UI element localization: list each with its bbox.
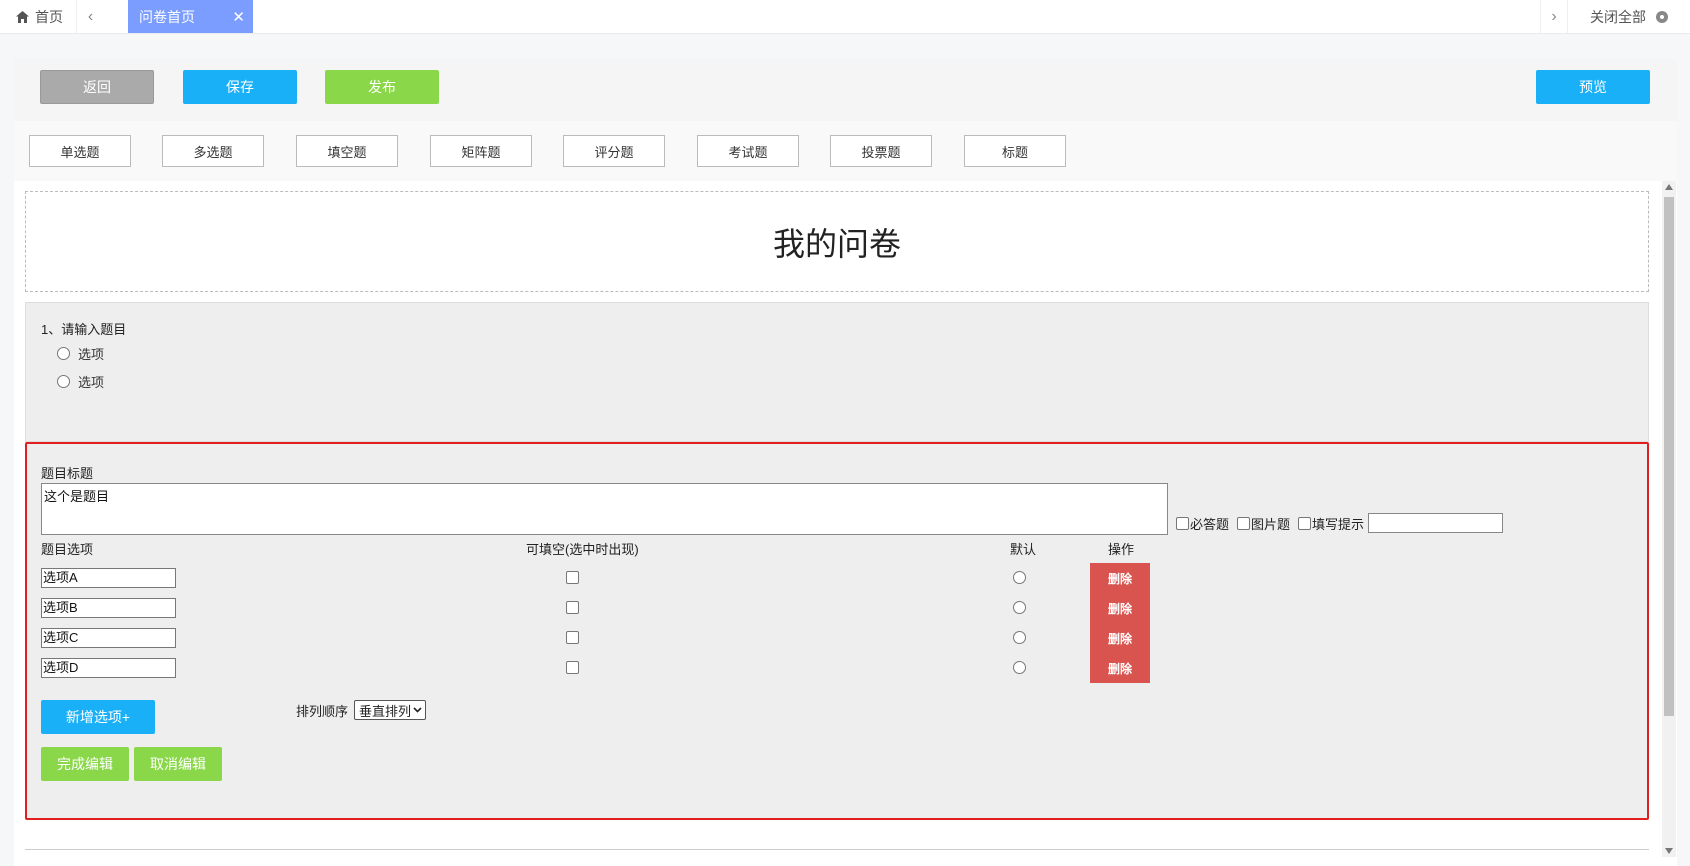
option-input[interactable]: 选项C bbox=[41, 628, 176, 648]
qtype-exam[interactable]: 考试题 bbox=[697, 135, 799, 167]
radio-button[interactable] bbox=[57, 347, 70, 360]
tab-survey-home-label: 问卷首页 bbox=[139, 8, 195, 25]
default-radio[interactable] bbox=[1013, 571, 1026, 584]
add-option-button[interactable]: 新增选项+ bbox=[41, 700, 155, 734]
order-control: 排列顺序 垂直排列 bbox=[296, 700, 427, 720]
delete-button[interactable]: 删除 bbox=[1090, 593, 1150, 623]
close-icon[interactable]: ✕ bbox=[232, 8, 245, 26]
scroll-up-arrow-icon[interactable] bbox=[1665, 184, 1673, 190]
default-radio[interactable] bbox=[1013, 631, 1026, 644]
order-select[interactable]: 垂直排列 bbox=[354, 700, 427, 720]
qtype-fill-blank[interactable]: 填空题 bbox=[296, 135, 398, 167]
preview-option-label: 选项 bbox=[78, 375, 105, 390]
survey-title[interactable]: 我的问卷 bbox=[25, 191, 1649, 292]
tab-home-label: 首页 bbox=[35, 9, 63, 25]
publish-button[interactable]: 发布 bbox=[325, 70, 439, 104]
back-button[interactable]: 返回 bbox=[40, 70, 154, 104]
delete-button[interactable]: 删除 bbox=[1090, 653, 1150, 683]
action-header: 操作 bbox=[1108, 542, 1135, 557]
image-question-label: 图片题 bbox=[1251, 516, 1291, 532]
qtype-single-choice[interactable]: 单选题 bbox=[29, 135, 131, 167]
qtype-vote[interactable]: 投票题 bbox=[830, 135, 932, 167]
option-input[interactable]: 选项B bbox=[41, 598, 176, 618]
radio-button[interactable] bbox=[57, 375, 70, 388]
question-type-bar: 单选题 多选题 填空题 矩阵题 评分题 考试题 投票题 标题 bbox=[14, 121, 1677, 181]
survey-editor-panel: 返回 保存 发布 预览 单选题 多选题 填空题 矩阵题 评分题 考试题 投票题 … bbox=[14, 59, 1677, 866]
preview-button[interactable]: 预览 bbox=[1536, 70, 1650, 104]
question-title-textarea[interactable]: 这个是题目 bbox=[41, 483, 1168, 535]
tab-bar: 首页 ‹ 问卷首页 ✕ › 关闭全部 bbox=[0, 0, 1690, 34]
save-button[interactable]: 保存 bbox=[183, 70, 297, 104]
fillable-checkbox[interactable] bbox=[566, 661, 579, 674]
fillable-checkbox[interactable] bbox=[566, 571, 579, 584]
tab-home[interactable]: 首页 bbox=[0, 0, 73, 34]
tab-survey-home[interactable]: 问卷首页 ✕ bbox=[128, 0, 253, 33]
qtype-matrix[interactable]: 矩阵题 bbox=[430, 135, 532, 167]
delete-column: 删除 删除 删除 删除 bbox=[1090, 563, 1150, 683]
chevron-down-icon bbox=[413, 707, 422, 713]
default-radio[interactable] bbox=[1013, 601, 1026, 614]
scroll-down-arrow-icon[interactable] bbox=[1665, 848, 1673, 854]
preview-option: 选项 bbox=[57, 344, 104, 363]
gear-icon[interactable] bbox=[1656, 11, 1668, 23]
fillable-checkbox[interactable] bbox=[566, 601, 579, 614]
chevron-right-icon[interactable]: › bbox=[1540, 0, 1568, 34]
next-question-placeholder bbox=[25, 849, 1649, 866]
scrollbar[interactable] bbox=[1662, 181, 1676, 857]
qtype-rating[interactable]: 评分题 bbox=[563, 135, 665, 167]
question-preview[interactable]: 1、请输入题目 选项 选项 bbox=[25, 302, 1649, 442]
hint-label: 填写提示 bbox=[1312, 516, 1365, 532]
option-input[interactable]: 选项A bbox=[41, 568, 176, 588]
preview-option: 选项 bbox=[57, 372, 104, 391]
hint-checkbox[interactable] bbox=[1298, 516, 1312, 530]
question-settings: 必答题 图片题 填写提示 bbox=[1176, 513, 1504, 533]
order-label: 排列顺序 bbox=[296, 703, 349, 719]
survey-content: 我的问卷 1、请输入题目 选项 选项 题目标题 这个是题目 必答题 图片题 填写… bbox=[25, 181, 1649, 866]
required-checkbox[interactable] bbox=[1176, 516, 1189, 530]
qtype-multiple-choice[interactable]: 多选题 bbox=[162, 135, 264, 167]
order-select-value: 垂直排列 bbox=[359, 703, 412, 719]
question-editor: 题目标题 这个是题目 必答题 图片题 填写提示 题目选项 可填空(选中时出现) … bbox=[25, 442, 1649, 820]
option-input[interactable]: 选项D bbox=[41, 658, 176, 678]
image-question-checkbox[interactable] bbox=[1237, 516, 1251, 530]
default-radio[interactable] bbox=[1013, 661, 1026, 674]
options-header: 题目选项 bbox=[41, 542, 94, 557]
toolbar: 返回 保存 发布 预览 bbox=[14, 59, 1677, 121]
preview-option-label: 选项 bbox=[78, 347, 105, 362]
close-all-label: 关闭全部 bbox=[1590, 9, 1646, 25]
default-header: 默认 bbox=[1010, 542, 1037, 557]
qtype-heading[interactable]: 标题 bbox=[964, 135, 1066, 167]
home-icon bbox=[16, 11, 29, 23]
required-label: 必答题 bbox=[1190, 516, 1230, 532]
chevron-left-icon[interactable]: ‹ bbox=[76, 0, 104, 34]
close-all-button[interactable]: 关闭全部 bbox=[1568, 0, 1690, 34]
delete-button[interactable]: 删除 bbox=[1090, 563, 1150, 593]
hint-input[interactable] bbox=[1368, 513, 1504, 533]
finish-edit-button[interactable]: 完成编辑 bbox=[41, 747, 129, 781]
fillable-header: 可填空(选中时出现) bbox=[526, 542, 639, 557]
scrollbar-thumb[interactable] bbox=[1664, 197, 1674, 716]
cancel-edit-button[interactable]: 取消编辑 bbox=[134, 747, 222, 781]
delete-button[interactable]: 删除 bbox=[1090, 623, 1150, 653]
question-preview-title: 1、请输入题目 bbox=[41, 322, 127, 337]
title-label: 题目标题 bbox=[41, 466, 94, 481]
fillable-checkbox[interactable] bbox=[566, 631, 579, 644]
